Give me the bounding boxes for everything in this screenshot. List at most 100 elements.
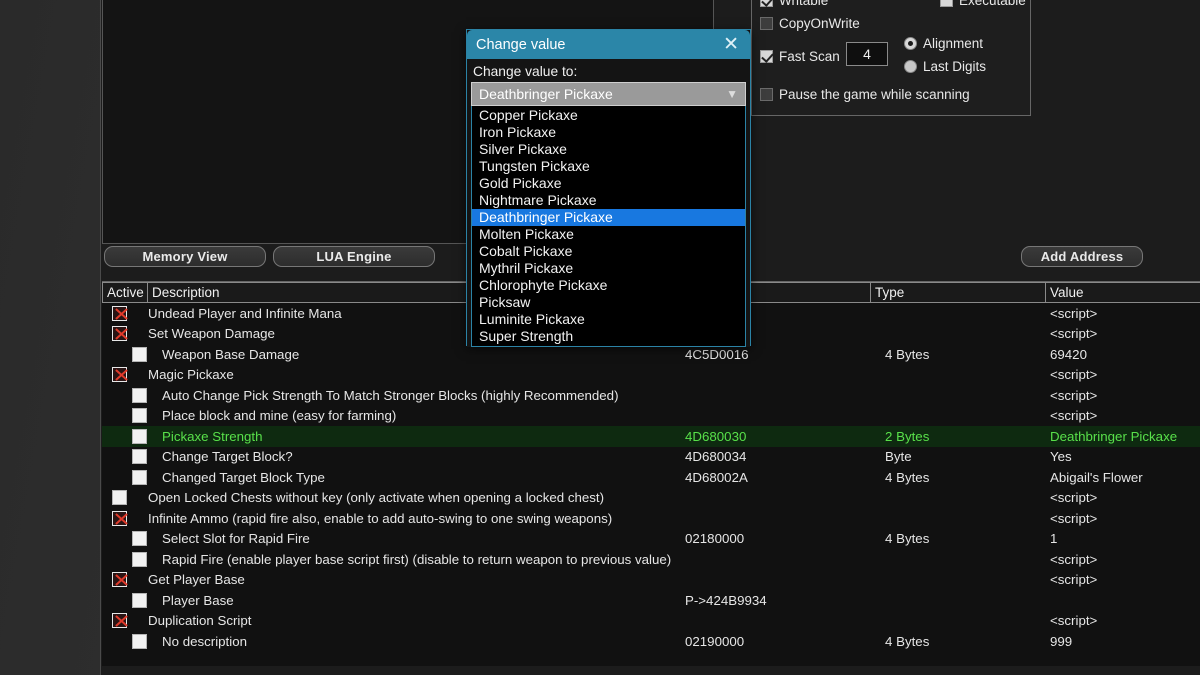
fast-scan-checkbox-row[interactable]: Fast Scan bbox=[760, 49, 840, 64]
combobox-option[interactable]: Picksaw bbox=[472, 294, 745, 311]
description-cell: Get Player Base bbox=[148, 572, 671, 587]
active-cell bbox=[102, 490, 148, 505]
table-row[interactable]: Duplication Script<script> bbox=[102, 611, 1200, 632]
table-row[interactable]: Player BaseP->424B9934 bbox=[102, 590, 1200, 611]
column-header-active[interactable]: Active bbox=[102, 282, 148, 302]
active-cell bbox=[102, 306, 148, 321]
active-cell bbox=[102, 552, 148, 567]
copyonwrite-checkbox-row[interactable]: CopyOnWrite bbox=[760, 16, 860, 31]
combobox-option[interactable]: Cobalt Pickaxe bbox=[472, 243, 745, 260]
combobox-option[interactable]: Copper Pickaxe bbox=[472, 107, 745, 124]
executable-checkbox-row[interactable]: Executable bbox=[940, 0, 1026, 8]
address-cell: 02180000 bbox=[671, 531, 871, 546]
table-row[interactable]: No description021900004 Bytes999 bbox=[102, 631, 1200, 652]
add-address-button[interactable]: Add Address bbox=[1021, 246, 1143, 267]
table-row[interactable]: Change Target Block?4D680034ByteYes bbox=[102, 447, 1200, 468]
active-cell bbox=[102, 593, 148, 608]
close-icon[interactable]: ✕ bbox=[720, 35, 742, 54]
active-cell bbox=[102, 470, 148, 485]
table-row[interactable]: Place block and mine (easy for farming)<… bbox=[102, 406, 1200, 427]
active-checkbox-checked[interactable] bbox=[112, 367, 127, 382]
value-cell: <script> bbox=[1046, 552, 1200, 567]
combobox-option[interactable]: Super Strength bbox=[472, 328, 745, 345]
active-checkbox[interactable] bbox=[132, 449, 147, 464]
active-checkbox[interactable] bbox=[132, 408, 147, 423]
dialog-title-bar[interactable]: Change value ✕ bbox=[467, 30, 750, 59]
last-digits-radio[interactable] bbox=[904, 60, 917, 73]
memory-view-button[interactable]: Memory View bbox=[104, 246, 266, 267]
value-cell: Yes bbox=[1046, 449, 1200, 464]
description-cell: Place block and mine (easy for farming) bbox=[148, 408, 671, 423]
chevron-down-icon[interactable]: ▼ bbox=[726, 87, 738, 101]
value-cell: <script> bbox=[1046, 326, 1200, 341]
last-digits-radio-row[interactable]: Last Digits bbox=[904, 59, 986, 74]
active-checkbox[interactable] bbox=[132, 634, 147, 649]
lua-engine-button[interactable]: LUA Engine bbox=[273, 246, 435, 267]
description-cell: Select Slot for Rapid Fire bbox=[148, 531, 671, 546]
value-cell: <script> bbox=[1046, 613, 1200, 628]
value-cell: <script> bbox=[1046, 367, 1200, 382]
combobox-option[interactable]: Iron Pickaxe bbox=[472, 124, 745, 141]
active-checkbox[interactable] bbox=[112, 490, 127, 505]
active-cell bbox=[102, 572, 148, 587]
description-cell: Magic Pickaxe bbox=[148, 367, 671, 382]
active-checkbox[interactable] bbox=[132, 429, 147, 444]
description-cell: Pickaxe Strength bbox=[148, 429, 671, 444]
active-checkbox[interactable] bbox=[132, 593, 147, 608]
table-row[interactable]: Pickaxe Strength4D6800302 BytesDeathbrin… bbox=[102, 426, 1200, 447]
writable-checkbox-row[interactable]: Writable bbox=[760, 0, 828, 8]
type-cell: 4 Bytes bbox=[871, 531, 1046, 546]
combobox-option[interactable]: Mythril Pickaxe bbox=[472, 260, 745, 277]
active-cell bbox=[102, 367, 148, 382]
table-row[interactable]: Weapon Base Damage4C5D00164 Bytes69420 bbox=[102, 344, 1200, 365]
scan-settings-panel: | Writable Executable CopyOnWrite Fast S… bbox=[751, 0, 1031, 116]
active-checkbox[interactable] bbox=[132, 470, 147, 485]
combobox-option[interactable]: Chlorophyte Pickaxe bbox=[472, 277, 745, 294]
address-cell: P->424B9934 bbox=[671, 593, 871, 608]
column-header-type[interactable]: Type bbox=[871, 282, 1046, 302]
pause-game-checkbox-row[interactable]: Pause the game while scanning bbox=[760, 87, 970, 102]
combobox-option[interactable]: Silver Pickaxe bbox=[472, 141, 745, 158]
active-checkbox-checked[interactable] bbox=[112, 572, 127, 587]
table-row[interactable]: Open Locked Chests without key (only act… bbox=[102, 488, 1200, 509]
active-cell bbox=[102, 613, 148, 628]
alignment-radio[interactable] bbox=[904, 37, 917, 50]
fast-scan-checkbox[interactable] bbox=[760, 50, 773, 63]
pause-game-checkbox[interactable] bbox=[760, 88, 773, 101]
combobox-option[interactable]: Luminite Pickaxe bbox=[472, 311, 745, 328]
description-cell: Change Target Block? bbox=[148, 449, 671, 464]
active-checkbox[interactable] bbox=[132, 347, 147, 362]
copyonwrite-checkbox[interactable] bbox=[760, 17, 773, 30]
active-checkbox[interactable] bbox=[132, 552, 147, 567]
active-checkbox[interactable] bbox=[132, 531, 147, 546]
combobox-option[interactable]: Molten Pickaxe bbox=[472, 226, 745, 243]
table-row[interactable]: Auto Change Pick Strength To Match Stron… bbox=[102, 385, 1200, 406]
copyonwrite-label: CopyOnWrite bbox=[779, 16, 860, 31]
active-checkbox[interactable] bbox=[132, 388, 147, 403]
alignment-radio-row[interactable]: Alignment bbox=[904, 36, 983, 51]
table-row[interactable]: Select Slot for Rapid Fire021800004 Byte… bbox=[102, 529, 1200, 550]
writable-checkbox[interactable] bbox=[760, 0, 773, 7]
table-row[interactable]: Changed Target Block Type4D68002A4 Bytes… bbox=[102, 467, 1200, 488]
table-row[interactable]: Infinite Ammo (rapid fire also, enable t… bbox=[102, 508, 1200, 529]
combobox-option[interactable]: Nightmare Pickaxe bbox=[472, 192, 745, 209]
active-checkbox-checked[interactable] bbox=[112, 511, 127, 526]
table-row[interactable]: Rapid Fire (enable player base script fi… bbox=[102, 549, 1200, 570]
active-checkbox-checked[interactable] bbox=[112, 326, 127, 341]
alignment-label: Alignment bbox=[923, 36, 983, 51]
fast-scan-label: Fast Scan bbox=[779, 49, 840, 64]
change-value-dialog: Change value ✕ Change value to: Deathbri… bbox=[466, 29, 751, 346]
combobox-option[interactable]: Deathbringer Pickaxe bbox=[472, 209, 745, 226]
combobox-selected-value: Deathbringer Pickaxe bbox=[479, 86, 613, 102]
table-row[interactable]: Magic Pickaxe <script> bbox=[102, 365, 1200, 386]
combobox-option[interactable]: Gold Pickaxe bbox=[472, 175, 745, 192]
column-header-value[interactable]: Value bbox=[1046, 282, 1200, 302]
value-combobox[interactable]: Deathbringer Pickaxe ▼ bbox=[471, 82, 746, 106]
active-checkbox-checked[interactable] bbox=[112, 613, 127, 628]
combobox-option[interactable]: Tungsten Pickaxe bbox=[472, 158, 745, 175]
table-row[interactable]: Get Player Base<script> bbox=[102, 570, 1200, 591]
combobox-option-list[interactable]: Copper PickaxeIron PickaxeSilver Pickaxe… bbox=[471, 106, 746, 347]
executable-checkbox[interactable] bbox=[940, 0, 953, 7]
active-checkbox-checked[interactable] bbox=[112, 306, 127, 321]
fast-scan-value-input[interactable]: 4 bbox=[846, 42, 888, 66]
